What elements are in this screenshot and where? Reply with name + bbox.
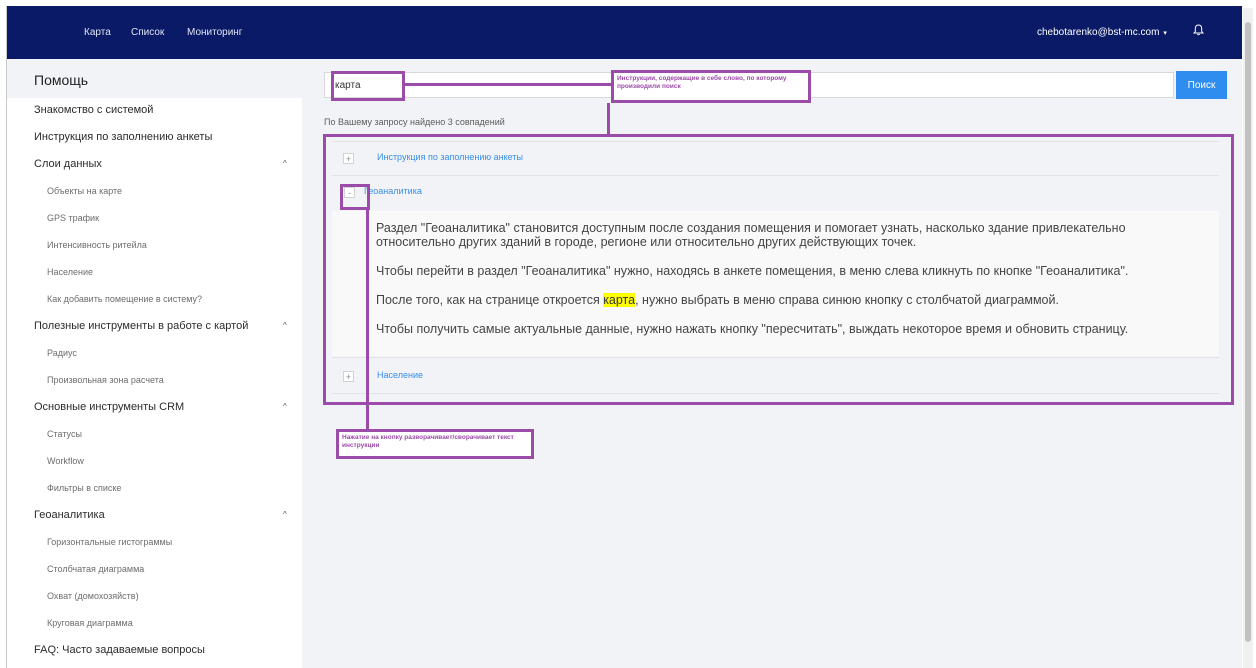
sidebar-item-label: Фильтры в списке <box>47 483 122 493</box>
nav-monitoring-link[interactable]: Мониторинг <box>187 27 242 38</box>
annotation-connector <box>366 210 369 430</box>
sidebar-item-map-objects[interactable]: Объекты на карте <box>7 179 302 206</box>
page-scrollbar[interactable] <box>1243 8 1253 668</box>
sidebar-section-geoanalytics[interactable]: Геоаналитика ^ <box>7 503 302 530</box>
chevron-up-icon: ^ <box>283 510 287 519</box>
chevron-up-icon: ^ <box>283 159 287 168</box>
sidebar-item-label: Круговая диаграмма <box>47 618 133 628</box>
sidebar-item-label: Охват (домохозяйств) <box>47 591 139 601</box>
sidebar-item-label: Полезные инструменты в работе с картой <box>34 320 249 332</box>
sidebar-item-label: Workflow <box>47 456 84 466</box>
sidebar-item-label: GPS трафик <box>47 213 100 223</box>
sidebar-item-label: Статусы <box>47 429 82 439</box>
nav-list-link[interactable]: Список <box>131 27 164 38</box>
annotation-search-note: Инструкции, содержащие в себе слово, по … <box>611 70 811 103</box>
annotation-toggle-note: Нажатие на кнопку разворачивает/сворачив… <box>336 429 534 459</box>
sidebar-item-intro[interactable]: Знакомство с системой <box>7 98 302 125</box>
bell-icon[interactable] <box>1193 24 1204 36</box>
annotation-toggle-box <box>340 184 370 210</box>
sidebar-section-data-layers[interactable]: Слои данных ^ <box>7 152 302 179</box>
sidebar-item-population[interactable]: Население <box>7 260 302 287</box>
sidebar-item-horizontal-histograms[interactable]: Горизонтальные гистограммы <box>7 530 302 557</box>
main-content: Поиск По Вашему запросу найдено 3 совпад… <box>302 59 1242 668</box>
sidebar-item-label: Геоаналитика <box>34 509 105 521</box>
sidebar-item-label: Инструкция по заполнению анкеты <box>34 131 213 143</box>
sidebar-item-label: Знакомство с системой <box>34 104 154 116</box>
sidebar-title: Помощь <box>34 72 89 88</box>
sidebar-item-label: Как добавить помещение в систему? <box>47 294 203 304</box>
sidebar-item-workflow[interactable]: Workflow <box>7 449 302 476</box>
search-button[interactable]: Поиск <box>1176 71 1227 99</box>
sidebar-item-form-guide[interactable]: Инструкция по заполнению анкеты <box>7 125 302 152</box>
sidebar-item-custom-zone[interactable]: Произвольная зона расчета <box>7 368 302 395</box>
sidebar-item-label: Радиус <box>47 348 77 358</box>
user-email: chebotarenko@bst-mc.com <box>1037 27 1160 38</box>
sidebar-item-retail-intensity[interactable]: Интенсивность ритейла <box>7 233 302 260</box>
sidebar-item-pie-chart[interactable]: Круговая диаграмма <box>7 611 302 638</box>
sidebar-header: Помощь <box>7 59 302 98</box>
sidebar-item-label: Произвольная зона расчета <box>47 375 164 385</box>
app-window: Карта Список Мониторинг chebotarenko@bst… <box>6 6 1242 668</box>
chevron-up-icon: ^ <box>283 402 287 411</box>
sidebar-item-label: Слои данных <box>34 158 102 170</box>
annotation-results-box <box>323 134 1234 405</box>
sidebar-section-map-tools[interactable]: Полезные инструменты в работе с картой ^ <box>7 314 302 341</box>
sidebar-item-bar-chart[interactable]: Столбчатая диаграмма <box>7 557 302 584</box>
sidebar-item-label: Интенсивность ритейла <box>47 240 147 250</box>
sidebar-item-label: FAQ: Часто задаваемые вопросы <box>34 644 205 656</box>
sidebar-item-radius[interactable]: Радиус <box>7 341 302 368</box>
annotation-search-highlight-box <box>331 71 405 101</box>
scrollbar-thumb[interactable] <box>1245 22 1251 642</box>
sidebar-item-add-premises[interactable]: Как добавить помещение в систему? <box>7 287 302 314</box>
chevron-up-icon: ^ <box>283 321 287 330</box>
sidebar-item-list-filters[interactable]: Фильтры в списке <box>7 476 302 503</box>
nav-map-link[interactable]: Карта <box>84 27 111 38</box>
user-menu[interactable]: chebotarenko@bst-mc.com ▾ <box>1037 27 1167 38</box>
sidebar-section-crm-tools[interactable]: Основные инструменты CRM ^ <box>7 395 302 422</box>
caret-down-icon: ▾ <box>1163 30 1167 37</box>
sidebar-item-faq[interactable]: FAQ: Часто задаваемые вопросы <box>7 638 302 665</box>
sidebar-item-label: Горизонтальные гистограммы <box>47 537 173 547</box>
annotation-connector <box>405 83 611 86</box>
sidebar-item-label: Объекты на карте <box>47 186 123 196</box>
help-sidebar: Помощь Знакомство с системой Инструкция … <box>7 59 302 668</box>
annotation-connector <box>607 103 610 135</box>
sidebar-item-label: Столбчатая диаграмма <box>47 564 145 574</box>
sidebar-item-label: Население <box>47 267 93 277</box>
sidebar-item-household-reach[interactable]: Охват (домохозяйств) <box>7 584 302 611</box>
top-navbar: Карта Список Мониторинг chebotarenko@bst… <box>7 6 1242 59</box>
sidebar-item-label: Основные инструменты CRM <box>34 401 185 413</box>
sidebar-item-statuses[interactable]: Статусы <box>7 422 302 449</box>
search-result-count: По Вашему запросу найдено 3 совпадений <box>324 117 505 127</box>
sidebar-item-gps-traffic[interactable]: GPS трафик <box>7 206 302 233</box>
